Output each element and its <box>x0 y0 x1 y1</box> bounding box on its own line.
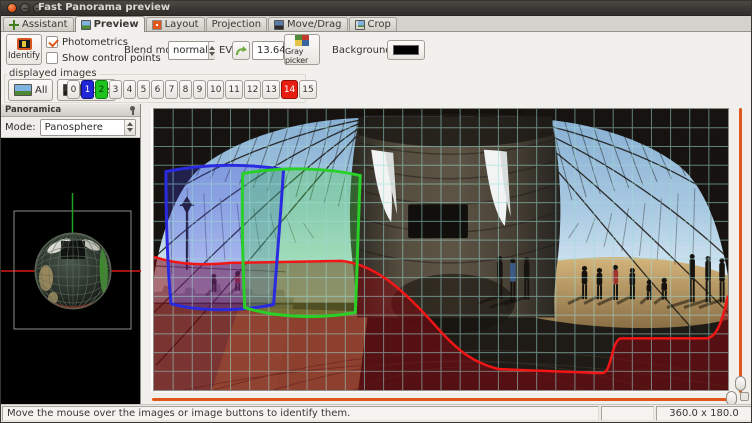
panel-header[interactable]: Panoramica <box>1 104 140 117</box>
image-toggle-9[interactable]: 9 <box>193 80 206 99</box>
horizontal-slider-track <box>152 398 730 401</box>
panosphere-panel: Panoramica Mode: Panosphere <box>1 104 141 404</box>
preview-icon <box>81 20 91 30</box>
ev-value: 13.64 <box>253 45 286 56</box>
panel-title: Panoramica <box>5 105 61 115</box>
vertical-slider-track <box>739 108 742 393</box>
image-toggle-buttons: 0 1 2 3 4 5 6 7 8 9 10 11 12 13 14 15 <box>67 80 317 99</box>
layout-icon <box>152 20 162 30</box>
all-images-icon <box>14 84 32 96</box>
toolbar: Identify Photometrics Show control point… <box>1 32 751 68</box>
mode-row: Mode: Panosphere <box>1 117 140 138</box>
assistant-icon <box>9 20 19 30</box>
panorama-preview-canvas[interactable] <box>153 108 729 391</box>
image-toggle-10[interactable]: 10 <box>207 80 224 99</box>
displayed-images-section: displayed images All None 0 1 2 3 4 5 6 … <box>1 68 751 104</box>
all-label: All <box>35 85 47 96</box>
checkbox-unchecked-icon[interactable] <box>46 52 58 64</box>
ev-reset-button[interactable] <box>232 41 250 60</box>
tab-label: Assistant <box>22 19 68 30</box>
tab-label: Projection <box>212 19 261 30</box>
panosphere-3d-view[interactable] <box>1 138 140 404</box>
panosphere-render <box>1 138 141 406</box>
move-drag-icon <box>274 20 284 30</box>
vertical-slider-handle[interactable] <box>735 376 746 391</box>
blend-mode-select[interactable]: normal <box>168 41 215 60</box>
crop-icon <box>355 20 365 30</box>
checkbox-checked-icon[interactable] <box>46 36 58 48</box>
image-toggle-15[interactable]: 15 <box>299 80 316 99</box>
green-arrow-icon <box>235 45 248 57</box>
tab-crop[interactable]: Crop <box>349 17 397 31</box>
background-color-button[interactable] <box>387 40 425 60</box>
ev-spinbox[interactable]: 13.64 <box>252 41 284 60</box>
image-toggle-11[interactable]: 11 <box>225 80 242 99</box>
image-toggle-4[interactable]: 4 <box>123 80 136 99</box>
tab-label: Move/Drag <box>287 19 341 30</box>
tab-move-drag[interactable]: Move/Drag <box>268 17 347 31</box>
status-message: Move the mouse over the images or image … <box>2 406 599 421</box>
main-area: Panoramica Mode: Panosphere <box>1 104 751 404</box>
preview-pane <box>142 104 751 404</box>
image-toggle-8[interactable]: 8 <box>179 80 192 99</box>
spinner-arrows-icon[interactable] <box>208 42 215 59</box>
close-icon[interactable] <box>7 3 17 13</box>
image-toggle-3[interactable]: 3 <box>109 80 122 99</box>
gray-picker-label: Gray picker <box>285 47 319 65</box>
show-all-images-button[interactable]: All <box>8 79 53 101</box>
window-title: Fast Panorama preview <box>38 2 170 13</box>
gray-picker-button[interactable]: Gray picker <box>284 34 320 65</box>
fast-panorama-preview-window: Fast Panorama preview Assistant Preview … <box>0 0 752 423</box>
image-toggle-0[interactable]: 0 <box>67 80 80 99</box>
mode-label: Mode: <box>5 122 36 133</box>
pin-icon[interactable] <box>129 106 136 115</box>
tab-bar: Assistant Preview Layout Projection Move… <box>1 16 751 32</box>
image-toggle-6[interactable]: 6 <box>151 80 164 99</box>
tab-projection[interactable]: Projection <box>206 17 267 31</box>
identify-button[interactable]: Identify <box>6 34 42 65</box>
background-color-swatch <box>393 45 419 55</box>
status-bar: Move the mouse over the images or image … <box>1 404 751 422</box>
image-toggle-13[interactable]: 13 <box>262 80 279 99</box>
image-toggle-5[interactable]: 5 <box>137 80 150 99</box>
image-toggle-7[interactable]: 7 <box>165 80 178 99</box>
image-toggle-2[interactable]: 2 <box>95 80 108 99</box>
panorama-dimensions: 360.0 x 180.0 <box>656 406 752 421</box>
identify-icon <box>17 38 32 50</box>
tab-layout[interactable]: Layout <box>146 17 205 31</box>
identify-label: Identify <box>8 51 40 61</box>
background-label: Background: <box>332 32 395 68</box>
spinner-arrows-icon[interactable] <box>124 120 135 135</box>
slider-corner-chip[interactable] <box>740 392 749 401</box>
vertical-fov-slider[interactable] <box>732 108 749 393</box>
image-toggle-12[interactable]: 12 <box>244 80 261 99</box>
minimize-icon[interactable] <box>20 3 30 13</box>
photometrics-label: Photometrics <box>62 37 128 48</box>
status-spacer <box>601 406 654 421</box>
tab-preview[interactable]: Preview <box>75 16 145 32</box>
photometrics-checkbox[interactable]: Photometrics <box>46 36 128 48</box>
image-toggle-14[interactable]: 14 <box>281 80 298 99</box>
tab-label: Layout <box>165 19 199 30</box>
mode-value: Panosphere <box>41 122 124 133</box>
tab-assistant[interactable]: Assistant <box>3 17 74 31</box>
mode-select[interactable]: Panosphere <box>40 119 136 136</box>
tab-label: Preview <box>94 19 139 30</box>
titlebar: Fast Panorama preview <box>1 1 751 16</box>
image-toggle-1[interactable]: 1 <box>81 80 94 99</box>
panorama-render <box>154 109 728 390</box>
displayed-images-label: displayed images <box>7 68 99 79</box>
blend-mode-value: normal <box>169 45 208 56</box>
tab-label: Crop <box>368 19 391 30</box>
gray-picker-icon <box>295 35 309 46</box>
